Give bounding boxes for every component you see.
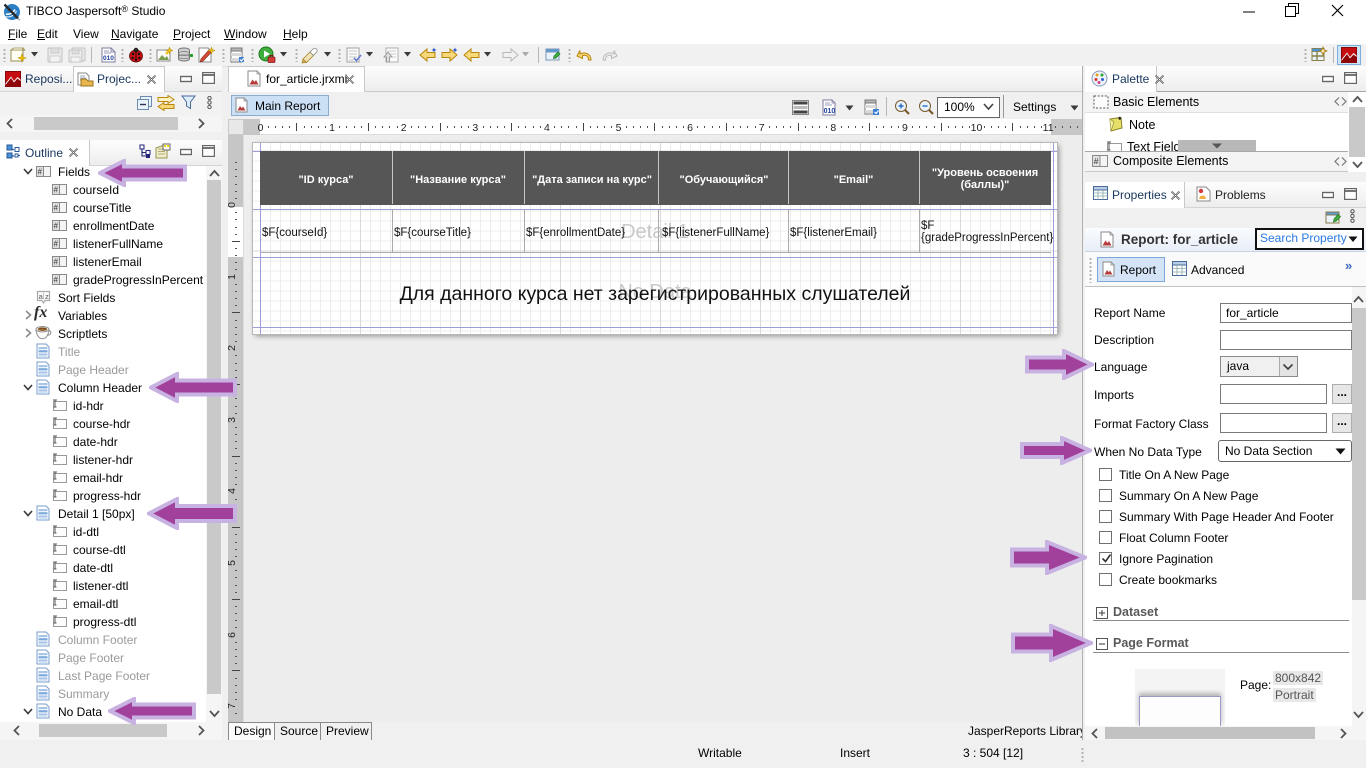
svg-text:#: # [54,204,59,213]
svg-text:010: 010 [824,108,836,115]
svg-text:#: # [54,186,59,195]
svg-text:#: # [54,222,59,231]
svg-text:#: # [54,240,59,249]
svg-text:#: # [1094,156,1099,166]
svg-text:#: # [54,276,59,285]
svg-text:#: # [54,258,59,267]
svg-text:z: z [45,292,49,301]
svg-text:#: # [38,168,43,177]
svg-text:010: 010 [103,55,114,62]
